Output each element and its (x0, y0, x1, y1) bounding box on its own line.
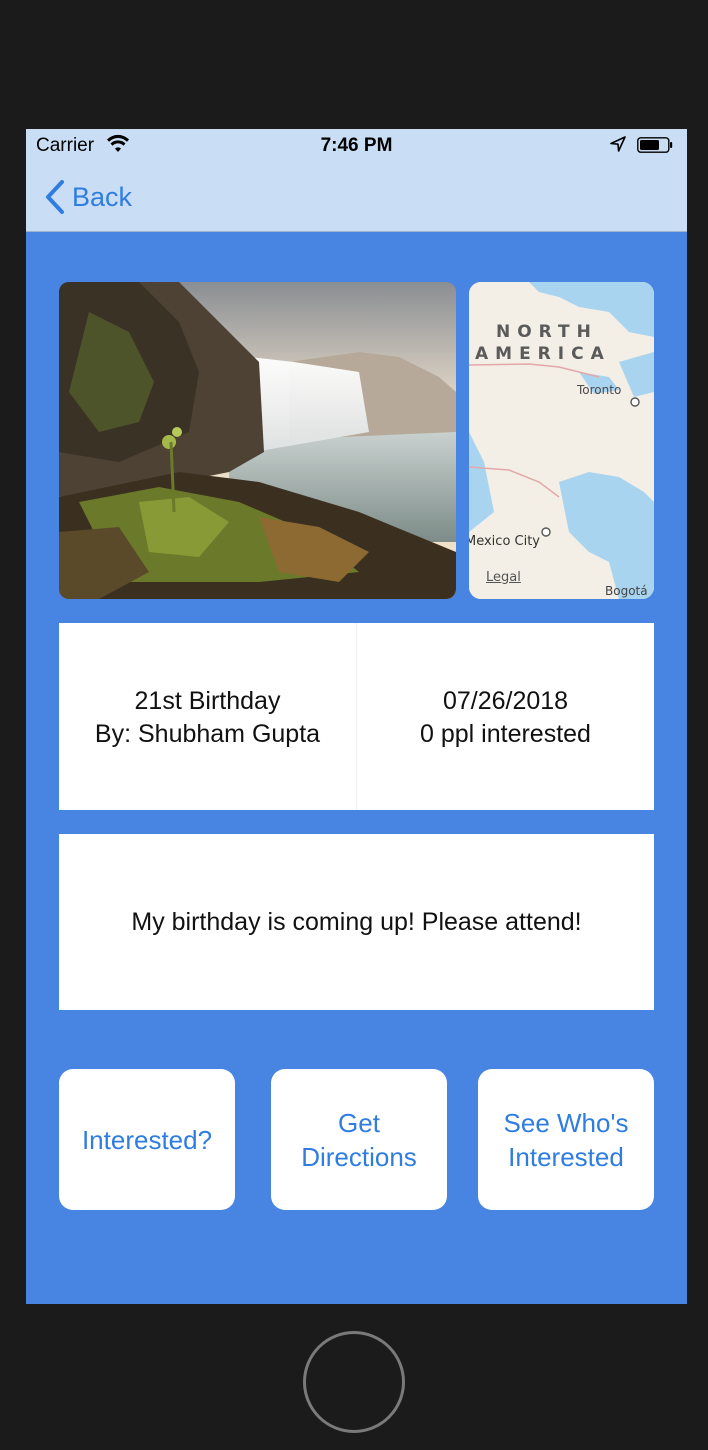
event-meta-column: 07/26/2018 0 ppl interested (357, 685, 654, 751)
map-label-north: NORTH (496, 322, 598, 342)
event-title: 21st Birthday (134, 687, 281, 715)
get-directions-button[interactable]: Get Directions (271, 1069, 447, 1210)
map-label-mexico-city: Mexico City (469, 534, 541, 549)
get-directions-label: Get Directions (301, 1107, 417, 1172)
map-legal-link[interactable]: Legal (486, 570, 521, 585)
event-date: 07/26/2018 (442, 687, 569, 715)
see-who-interested-label: See Who's Interested (503, 1107, 629, 1172)
chevron-left-icon (46, 180, 64, 214)
app-screen: Carrier 7:46 PM Back NORTH AMERICA Toron… (26, 129, 687, 1304)
see-who-interested-button[interactable]: See Who's Interested (478, 1069, 654, 1210)
status-bar: Carrier 7:46 PM (26, 129, 687, 163)
map-label-toronto: Toronto (577, 383, 622, 397)
map-label-america: AMERICA (475, 344, 611, 364)
event-interest-count: 0 ppl interested (420, 720, 591, 748)
battery-icon (637, 137, 673, 153)
event-map[interactable]: NORTH AMERICA Toronto Mexico City Legal … (469, 282, 654, 599)
status-time: 7:46 PM (320, 135, 393, 156)
event-host: By: Shubham Gupta (94, 720, 321, 748)
event-description-card: My birthday is coming up! Please attend! (59, 834, 654, 1010)
location-arrow-icon (609, 135, 627, 153)
back-label: Back (72, 181, 133, 212)
event-description: My birthday is coming up! Please attend! (131, 907, 582, 936)
back-button[interactable]: Back (44, 177, 132, 217)
interested-button[interactable]: Interested? (59, 1069, 235, 1210)
home-button[interactable] (303, 1331, 405, 1433)
event-photo (59, 282, 456, 599)
interested-label: Interested? (81, 1124, 213, 1155)
event-info-card: 21st Birthday By: Shubham Gupta 07/26/20… (59, 623, 654, 810)
navigation-bar: Back (26, 163, 687, 232)
event-title-column: 21st Birthday By: Shubham Gupta (59, 685, 356, 751)
map-label-bogota: Bogotá (605, 584, 648, 598)
